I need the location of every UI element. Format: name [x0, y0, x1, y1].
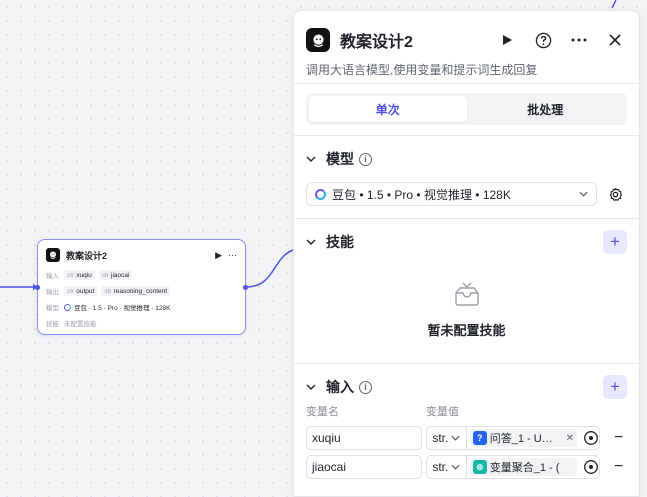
chevron-down-icon	[579, 189, 588, 200]
node-model-label: 模型	[46, 305, 59, 312]
mode-tabs: 单次 批处理	[306, 93, 627, 125]
more-icon[interactable]	[567, 28, 591, 52]
info-icon[interactable]: i	[359, 380, 372, 394]
empty-tray-icon	[452, 281, 482, 312]
type-select[interactable]: str.	[427, 456, 467, 478]
node-output-port[interactable]	[243, 285, 248, 290]
type-tag: str	[67, 271, 75, 279]
variable-name-input[interactable]: jiaocai	[306, 455, 422, 479]
type-tag: str	[67, 287, 75, 295]
chevron-down-icon[interactable]	[306, 382, 320, 393]
model-section-title: 模型	[326, 151, 354, 167]
column-header-value: 变量值	[426, 406, 459, 418]
node-output-tag: str output	[64, 286, 98, 296]
chevron-down-icon	[451, 433, 460, 443]
column-header-name: 变量名	[306, 406, 339, 418]
skill-empty-text: 暂未配置技能	[427, 323, 506, 338]
chevron-down-icon[interactable]	[306, 237, 320, 248]
variable-value-field[interactable]: str. ? 问答_1 - U… ✕	[426, 426, 600, 450]
type-tag: str	[101, 271, 110, 279]
type-select[interactable]: str.	[427, 427, 467, 449]
llm-logo-icon	[46, 248, 60, 262]
workflow-node-card[interactable]: 教案设计2 ▶ ··· 输入 str xuqiu str jiaocai 输出 st…	[35, 239, 248, 335]
panel-title[interactable]: 教案设计2	[340, 28, 483, 52]
node-model-value: 豆包 · 1.5 · Pro · 视觉推理 · 128K	[74, 305, 171, 312]
model-select[interactable]: 豆包 • 1.5 • Pro • 视觉推理 • 128K	[306, 182, 597, 206]
doubao-icon	[64, 303, 71, 311]
remove-row-button[interactable]: −	[614, 458, 626, 476]
input-row: jiaocai str. ⊗ 变量聚合_1 - ( −	[306, 455, 627, 479]
chevron-down-icon[interactable]	[306, 154, 320, 165]
edge-out	[245, 249, 294, 288]
target-icon[interactable]	[583, 459, 599, 475]
reference-tag[interactable]: ? 问答_1 - U… ✕	[469, 429, 577, 447]
add-input-button[interactable]: +	[603, 375, 627, 399]
tab-single[interactable]: 单次	[309, 96, 467, 122]
node-input-label: 输入	[46, 273, 59, 280]
target-icon[interactable]	[583, 430, 599, 446]
node-config-panel: 教案设计2 调用大语言模型,使用变量和提示词生成回复 单次 批处理 模型 i 豆…	[293, 10, 640, 497]
doubao-icon	[315, 188, 326, 200]
question-node-icon: ?	[472, 431, 487, 445]
divider	[294, 83, 639, 84]
node-title: 教案设计2	[66, 250, 108, 261]
input-row: xuqiu str. ? 问答_1 - U… ✕ −	[306, 426, 627, 450]
reference-label: 问答_1 - U…	[489, 433, 553, 445]
run-icon[interactable]	[495, 28, 519, 52]
variable-name-input[interactable]: xuqiu	[306, 426, 422, 450]
node-output-name: output	[76, 287, 95, 295]
tab-batch[interactable]: 批处理	[467, 96, 625, 122]
gear-icon[interactable]	[603, 182, 627, 206]
node-output-name: reasoning_content	[113, 287, 168, 295]
node-output-label: 输出	[46, 289, 59, 296]
node-skill-label: 技能	[46, 321, 59, 328]
skill-section-title: 技能	[326, 234, 354, 250]
input-section: 输入 i + 变量名 变量值 xuqiu str. ? 问答_1 - U… ✕	[294, 364, 639, 479]
info-icon[interactable]: i	[359, 152, 372, 166]
input-section-title: 输入	[326, 379, 354, 395]
close-icon[interactable]	[603, 28, 627, 52]
skill-section: 技能 + 暂未配置技能	[294, 219, 639, 355]
edge-top	[611, 0, 617, 9]
model-section: 模型 i 豆包 • 1.5 • Pro • 视觉推理 • 128K	[294, 136, 639, 206]
node-more-icon[interactable]: ···	[228, 250, 237, 260]
node-input-port[interactable]	[35, 285, 40, 290]
reference-tag[interactable]: ⊗ 变量聚合_1 - (	[469, 458, 577, 476]
node-input-tag: str xuqiu	[64, 270, 95, 280]
close-icon[interactable]: ✕	[564, 433, 574, 444]
panel-description: 调用大语言模型,使用变量和提示词生成回复	[306, 63, 538, 77]
chevron-down-icon	[451, 462, 460, 472]
model-select-value: 豆包 • 1.5 • Pro • 视觉推理 • 128K	[332, 187, 511, 202]
llm-logo-icon	[306, 28, 330, 52]
type-value: str.	[432, 460, 449, 474]
node-input-tag: str jiaocai	[98, 270, 133, 280]
node-skill-value: 未配置技能	[64, 321, 97, 328]
reference-label: 变量聚合_1 - (	[489, 462, 560, 474]
variable-merge-icon: ⊗	[472, 460, 487, 474]
node-output-tag: str reasoning_content	[101, 286, 171, 296]
type-tag: str	[104, 287, 112, 295]
add-skill-button[interactable]: +	[603, 230, 627, 254]
node-input-name: jiaocai	[111, 271, 130, 279]
node-run-icon[interactable]: ▶	[215, 250, 222, 261]
variable-value-field[interactable]: str. ⊗ 变量聚合_1 - (	[426, 455, 600, 479]
node-input-name: xuqiu	[76, 271, 92, 279]
remove-row-button[interactable]: −	[614, 429, 626, 447]
type-value: str.	[432, 431, 449, 445]
help-icon[interactable]	[531, 28, 555, 52]
